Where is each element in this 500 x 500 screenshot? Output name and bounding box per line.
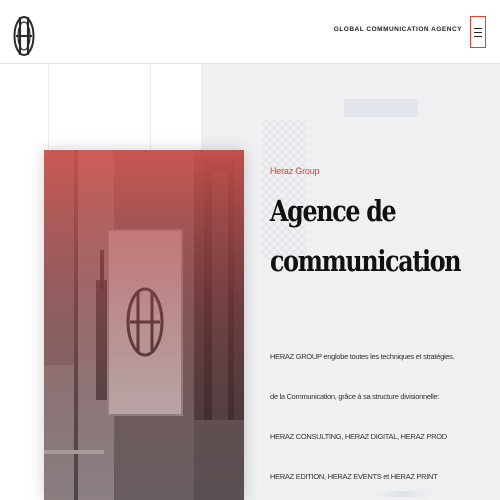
description-paragraph: HERAZ GROUP englobe toutes les technique… [270,352,455,361]
group-kicker: Heraz Group [270,166,320,176]
agency-tagline: GLOBAL COMMUNICATION AGENCY [333,26,462,33]
heraz-monogram-icon[interactable] [12,14,36,58]
site-header: GLOBAL COMMUNICATION AGENCY [0,0,500,64]
title-line: communication [270,244,462,278]
description-paragraph: de la Communication, grâce à sa structur… [270,392,440,401]
hamburger-menu-icon [474,28,482,29]
hamburger-line [474,32,482,33]
placeholder-chip [344,99,418,117]
description-paragraph: HERAZ EDITION, HERAZ EVENTS et HERAZ PRI… [270,472,438,481]
storefront-sign-photo [44,150,244,500]
page-title: Agence de communication [270,186,462,286]
title-line: Agence de [270,194,397,228]
faded-text-fragment [372,491,432,497]
description-paragraph: HERAZ CONSULTING, HERAZ DIGITAL, HERAZ P… [270,432,447,441]
hamburger-line [474,36,482,37]
menu-button[interactable] [470,16,486,48]
